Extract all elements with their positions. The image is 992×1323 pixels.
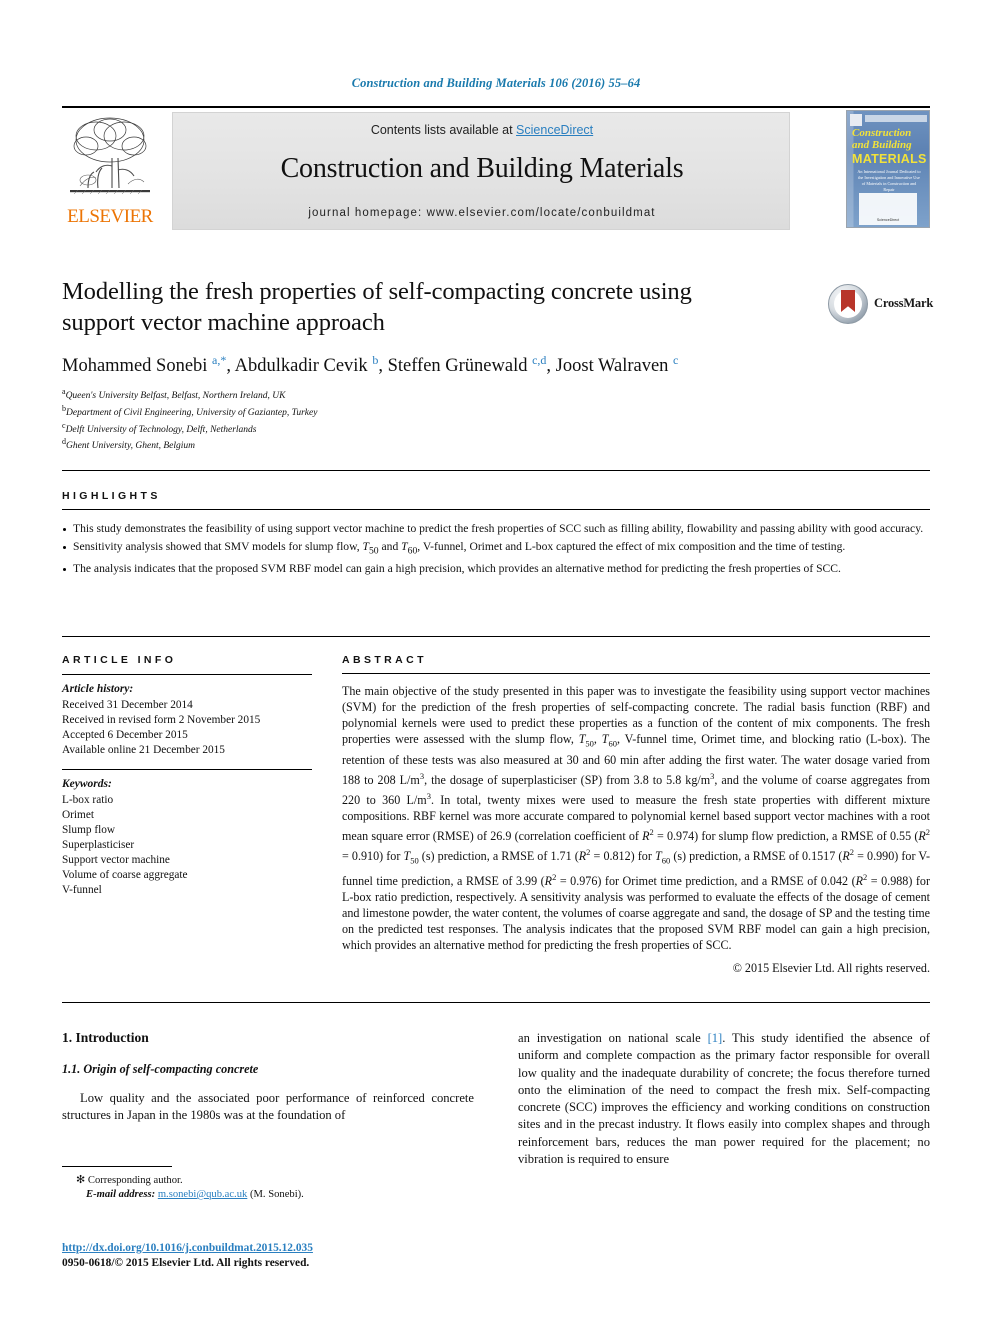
affiliation-list: aQueen's University Belfast, Belfast, No… <box>62 386 930 453</box>
list-item: Sensitivity analysis showed that SMV mod… <box>62 539 930 559</box>
history-item: Accepted 6 December 2015 <box>62 729 188 741</box>
crossmark-badge-group[interactable]: CrossMark <box>828 282 934 326</box>
page-title: Modelling the fresh properties of self-c… <box>62 278 692 336</box>
keyword-item: Support vector machine <box>62 854 170 866</box>
issn-copyright-line: 0950-0618/© 2015 Elsevier Ltd. All right… <box>62 1257 310 1269</box>
asterisk-icon: ✻ <box>76 1174 86 1186</box>
masthead-top-rule <box>62 106 930 108</box>
cover-footer-text: ScienceDirect <box>876 218 900 222</box>
footnote-rule <box>62 1166 172 1167</box>
abstract-heading: ABSTRACT <box>342 654 427 666</box>
highlights-bottom-rule <box>62 636 930 637</box>
contents-prefix: Contents lists available at <box>370 123 517 137</box>
highlights-section: HIGHLIGHTS This study demonstrates the f… <box>62 490 930 578</box>
affiliation-item: cDelft University of Technology, Delft, … <box>62 420 930 437</box>
list-item: This study demonstrates the feasibility … <box>62 521 930 537</box>
history-item: Received in revised form 2 November 2015 <box>62 714 261 726</box>
affiliation-item: bDepartment of Civil Engineering, Univer… <box>62 403 930 420</box>
crossmark-icon[interactable] <box>828 284 868 324</box>
journal-cover-thumbnail[interactable]: Construction and Building MATERIALS An I… <box>846 110 930 228</box>
journal-homepage-line[interactable]: journal homepage: www.elsevier.com/locat… <box>173 207 791 219</box>
history-item: Received 31 December 2014 <box>62 699 193 711</box>
body-column-right: an investigation on national scale [1]. … <box>518 1030 930 1168</box>
abstract-copyright: © 2015 Elsevier Ltd. All rights reserved… <box>732 961 930 976</box>
contents-available-line: Contents lists available at ScienceDirec… <box>173 123 791 137</box>
keyword-item: Slump flow <box>62 824 116 836</box>
highlights-heading: HIGHLIGHTS <box>62 490 161 502</box>
cover-top-bar <box>865 115 927 122</box>
abstract-text: The main objective of the study presente… <box>342 684 931 953</box>
subsection-heading-origin: 1.1. Origin of self-compacting concrete <box>62 1062 259 1076</box>
email-link[interactable]: m.sonebi@qub.ac.uk <box>158 1189 248 1200</box>
email-suffix: (M. Sonebi). <box>249 1189 304 1200</box>
running-head: Construction and Building Materials 106 … <box>351 76 641 90</box>
elsevier-tree-icon <box>66 114 154 200</box>
affiliation-item: dGhent University, Ghent, Belgium <box>62 436 930 453</box>
abstract-heading-rule <box>342 673 930 674</box>
email-label: E-mail address: <box>86 1189 156 1200</box>
body-top-rule <box>62 1002 930 1003</box>
cover-elsevier-mark-icon <box>850 114 862 126</box>
article-info-divider <box>62 769 312 770</box>
article-info-section: ARTICLE INFO Article history: Received 3… <box>62 654 312 898</box>
keyword-item: Volume of coarse aggregate <box>62 869 188 881</box>
body-paragraph: an investigation on national scale [1]. … <box>518 1031 930 1167</box>
history-item: Available online 21 December 2015 <box>62 744 225 756</box>
affiliation-text: Queen's University Belfast, Belfast, Nor… <box>65 391 286 402</box>
journal-title: Construction and Building Materials <box>280 153 684 184</box>
cover-blurb: An International Journal Dedicated to th… <box>857 169 921 192</box>
article-info-rule <box>62 674 312 675</box>
journal-masthead: ELSEVIER Contents lists available at Sci… <box>62 106 930 230</box>
journal-banner: Contents lists available at ScienceDirec… <box>172 112 790 230</box>
keywords-label: Keywords: <box>62 778 112 790</box>
abstract-section: ABSTRACT The main objective of the study… <box>342 654 930 976</box>
corresponding-author-text: Corresponding author. <box>87 1175 183 1186</box>
elsevier-logo: ELSEVIER <box>62 112 158 230</box>
title-block: Modelling the fresh properties of self-c… <box>62 276 934 453</box>
affiliation-item: aQueen's University Belfast, Belfast, No… <box>62 386 930 403</box>
body-paragraph: Low quality and the associated poor perf… <box>62 1091 474 1123</box>
article-history-label: Article history: <box>62 683 134 695</box>
keyword-item: Superplasticiser <box>62 839 135 851</box>
imprint-block: http://dx.doi.org/10.1016/j.conbuildmat.… <box>62 1238 562 1271</box>
corresponding-author-line: ✻ Corresponding author. <box>62 1173 474 1188</box>
body-column-left: 1. Introduction 1.1. Origin of self-comp… <box>62 1030 474 1125</box>
affiliation-text: Ghent University, Ghent, Belgium <box>66 441 196 452</box>
article-history-block: Article history: Received 31 December 20… <box>62 682 312 758</box>
crossmark-label: CrossMark <box>874 296 934 310</box>
article-page: Construction and Building Materials 106 … <box>0 0 992 1323</box>
keywords-block: Keywords: L-box ratio Orimet Slump flow … <box>62 777 312 898</box>
elsevier-wordmark: ELSEVIER <box>67 206 153 227</box>
list-item: The analysis indicates that the proposed… <box>62 561 930 577</box>
keyword-item: L-box ratio <box>62 794 114 806</box>
doi-link[interactable]: http://dx.doi.org/10.1016/j.conbuildmat.… <box>62 1242 313 1254</box>
email-line: E-mail address: m.sonebi@qub.ac.uk (M. S… <box>62 1188 474 1202</box>
cover-title-line-3: MATERIALS <box>852 152 927 166</box>
article-info-heading: ARTICLE INFO <box>62 654 177 666</box>
affiliation-text: Delft University of Technology, Delft, N… <box>65 424 257 435</box>
affiliation-text: Department of Civil Engineering, Univers… <box>66 408 318 419</box>
highlights-top-rule <box>62 470 930 471</box>
keyword-item: V-funnel <box>62 884 102 896</box>
highlights-heading-rule <box>62 509 930 510</box>
sciencedirect-link[interactable]: ScienceDirect <box>516 123 593 137</box>
cover-title-line-1: Construction <box>852 127 912 139</box>
highlights-list: This study demonstrates the feasibility … <box>62 521 930 576</box>
footnote-block: ✻ Corresponding author. E-mail address: … <box>62 1166 474 1202</box>
author-list: Mohammed Sonebi a,*, Abdulkadir Cevik b,… <box>62 353 679 377</box>
keyword-item: Orimet <box>62 809 94 821</box>
cover-title-line-2: and Building <box>852 139 912 151</box>
section-heading-introduction: 1. Introduction <box>62 1030 149 1045</box>
